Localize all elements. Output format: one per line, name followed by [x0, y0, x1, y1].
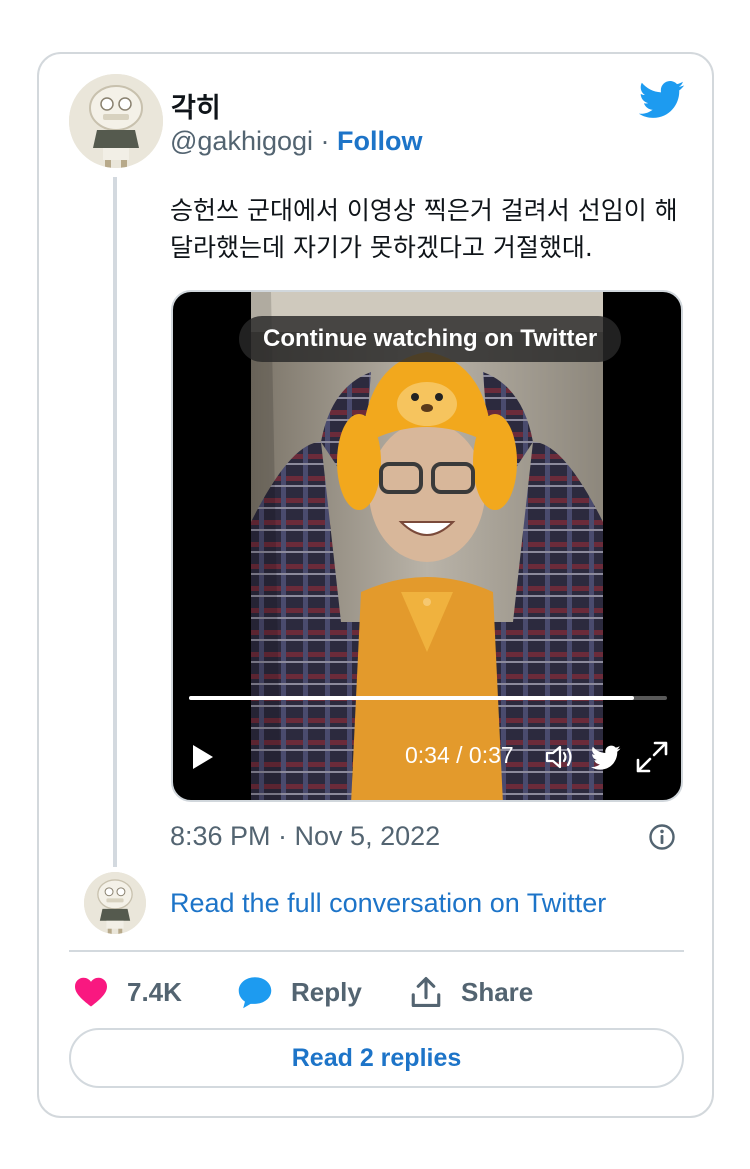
- follow-button[interactable]: Follow: [337, 126, 422, 156]
- author-handle[interactable]: @gakhigogi: [170, 126, 313, 156]
- reply-bubble-icon: [238, 977, 272, 1009]
- tweet-embed-card: 각히 @gakhigogi · Follow 승헌쓰 군대에서 이영상 찍은거 …: [37, 52, 714, 1118]
- author-handle-row: @gakhigogi · Follow: [170, 126, 423, 157]
- read-full-conversation-link[interactable]: Read the full conversation on Twitter: [170, 888, 606, 919]
- share-label: Share: [461, 976, 534, 1007]
- volume-icon[interactable]: [545, 744, 575, 770]
- video-player[interactable]: Continue watching on Twitter 0:34 / 0:37: [171, 290, 683, 802]
- author-name[interactable]: 각히: [171, 86, 221, 125]
- read-replies-button[interactable]: Read 2 replies: [69, 1028, 684, 1088]
- author-avatar[interactable]: [69, 74, 163, 168]
- twitter-bird-icon[interactable]: [639, 80, 685, 120]
- video-progress-fill: [189, 696, 634, 700]
- video-progress-bar[interactable]: [189, 696, 667, 700]
- handle-separator: ·: [320, 126, 330, 156]
- video-thumbnail: [251, 292, 603, 800]
- heart-icon: [75, 977, 107, 1007]
- share-button[interactable]: Share: [409, 974, 533, 1010]
- conversation-avatar[interactable]: [84, 872, 146, 934]
- tweet-timestamp[interactable]: 8:36 PM · Nov 5, 2022: [170, 821, 440, 852]
- divider: [69, 950, 684, 952]
- share-icon: [411, 976, 441, 1008]
- twitter-bird-icon[interactable]: [591, 745, 621, 771]
- continue-watching-button[interactable]: Continue watching on Twitter: [239, 316, 622, 362]
- reply-button[interactable]: Reply: [237, 974, 362, 1010]
- like-count: 7.4K: [127, 976, 182, 1007]
- info-icon[interactable]: [648, 823, 676, 851]
- thread-line: [113, 177, 117, 867]
- expand-icon[interactable]: [635, 740, 669, 774]
- video-time: 0:34 / 0:37: [405, 742, 514, 768]
- play-icon[interactable]: [191, 743, 215, 771]
- reply-label: Reply: [291, 976, 362, 1007]
- like-button[interactable]: 7.4K: [73, 974, 182, 1010]
- tweet-text: 승헌쓰 군대에서 이영상 찍은거 걸려서 선임이 해달라했는데 자기가 못하겠다…: [170, 196, 678, 262]
